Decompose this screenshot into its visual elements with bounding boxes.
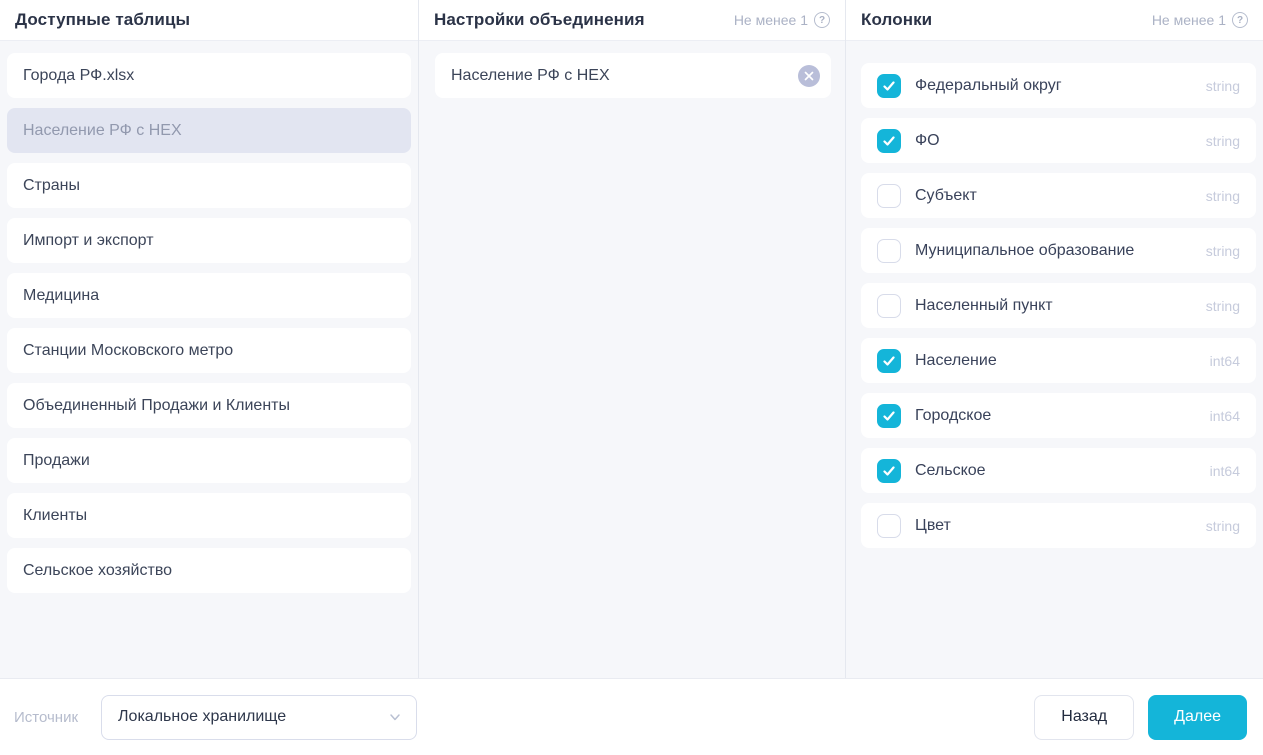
column-label: Городское bbox=[915, 407, 1196, 425]
table-item[interactable]: Объединенный Продажи и Клиенты bbox=[7, 383, 411, 428]
column-label: Федеральный округ bbox=[915, 77, 1192, 95]
table-item[interactable]: Медицина bbox=[7, 273, 411, 318]
question-circle-icon[interactable]: ? bbox=[814, 12, 830, 28]
min-required-badge: Не менее 1 ? bbox=[734, 12, 830, 28]
min-required-label: Не менее 1 bbox=[1152, 12, 1226, 28]
column-row[interactable]: Федеральный округ string bbox=[861, 63, 1256, 108]
join-item: Население РФ с НЕХ bbox=[435, 53, 831, 98]
checkmark-icon bbox=[882, 409, 896, 423]
panel-columns: Колонки Не менее 1 ? Федеральный округ s… bbox=[845, 0, 1263, 678]
column-row[interactable]: Городское int64 bbox=[861, 393, 1256, 438]
join-item-label: Население РФ с НЕХ bbox=[451, 67, 610, 85]
table-item-label: Клиенты bbox=[23, 507, 87, 525]
column-checkbox[interactable] bbox=[877, 404, 901, 428]
column-checkbox[interactable] bbox=[877, 239, 901, 263]
column-row[interactable]: Цвет string bbox=[861, 503, 1256, 548]
column-label: Субъект bbox=[915, 187, 1192, 205]
next-button[interactable]: Далее bbox=[1148, 695, 1247, 740]
column-checkbox[interactable] bbox=[877, 129, 901, 153]
column-type: string bbox=[1206, 298, 1240, 314]
table-item-label: Страны bbox=[23, 177, 80, 195]
table-item[interactable]: Страны bbox=[7, 163, 411, 208]
column-label: Населенный пункт bbox=[915, 297, 1192, 315]
panel-title: Настройки объединения bbox=[434, 10, 645, 30]
checkmark-icon bbox=[882, 464, 896, 478]
column-row[interactable]: Сельское int64 bbox=[861, 448, 1256, 493]
close-icon bbox=[804, 71, 814, 81]
checkmark-icon bbox=[882, 354, 896, 368]
column-row[interactable]: Население int64 bbox=[861, 338, 1256, 383]
column-label: ФО bbox=[915, 132, 1192, 150]
min-required-badge: Не менее 1 ? bbox=[1152, 12, 1248, 28]
column-label: Сельское bbox=[915, 462, 1196, 480]
column-label: Муниципальное образование bbox=[915, 242, 1192, 260]
chevron-down-icon bbox=[388, 710, 402, 724]
column-type: int64 bbox=[1210, 463, 1240, 479]
column-type: string bbox=[1206, 133, 1240, 149]
back-button[interactable]: Назад bbox=[1034, 695, 1134, 740]
min-required-label: Не менее 1 bbox=[734, 12, 808, 28]
column-row[interactable]: Населенный пункт string bbox=[861, 283, 1256, 328]
panel-join-settings: Настройки объединения Не менее 1 ? Насел… bbox=[418, 0, 845, 678]
table-item-label: Города РФ.xlsx bbox=[23, 67, 134, 85]
checkmark-icon bbox=[882, 134, 896, 148]
join-settings-list: Население РФ с НЕХ bbox=[419, 41, 845, 678]
table-item[interactable]: Импорт и экспорт bbox=[7, 218, 411, 263]
columns-header: Колонки Не менее 1 ? bbox=[846, 0, 1263, 41]
column-checkbox[interactable] bbox=[877, 184, 901, 208]
table-item[interactable]: Сельское хозяйство bbox=[7, 548, 411, 593]
source-label: Источник bbox=[14, 709, 78, 726]
column-checkbox[interactable] bbox=[877, 294, 901, 318]
question-circle-icon[interactable]: ? bbox=[1232, 12, 1248, 28]
table-item-label: Импорт и экспорт bbox=[23, 232, 154, 250]
column-checkbox[interactable] bbox=[877, 349, 901, 373]
table-item-label: Продажи bbox=[23, 452, 90, 470]
remove-table-button[interactable] bbox=[798, 65, 820, 87]
available-tables-list: Города РФ.xlsx Население РФ с НЕХ Страны… bbox=[0, 41, 418, 678]
column-checkbox[interactable] bbox=[877, 459, 901, 483]
column-type: string bbox=[1206, 518, 1240, 534]
table-item[interactable]: Клиенты bbox=[7, 493, 411, 538]
footer-bar: Источник Локальное хранилище Назад Далее bbox=[0, 678, 1263, 755]
column-type: int64 bbox=[1210, 408, 1240, 424]
table-item-label: Станции Московского метро bbox=[23, 342, 233, 360]
table-item-label: Население РФ с НЕХ bbox=[23, 122, 182, 140]
source-dropdown[interactable]: Локальное хранилище bbox=[101, 695, 417, 740]
panel-title: Доступные таблицы bbox=[15, 10, 190, 30]
table-item-label: Медицина bbox=[23, 287, 99, 305]
table-item-label: Объединенный Продажи и Клиенты bbox=[23, 397, 290, 415]
table-item[interactable]: Города РФ.xlsx bbox=[7, 53, 411, 98]
table-item[interactable]: Продажи bbox=[7, 438, 411, 483]
checkmark-icon bbox=[882, 79, 896, 93]
source-dropdown-value: Локальное хранилище bbox=[118, 708, 286, 726]
column-type: int64 bbox=[1210, 353, 1240, 369]
column-checkbox[interactable] bbox=[877, 74, 901, 98]
table-item[interactable]: Население РФ с НЕХ bbox=[7, 108, 411, 153]
column-row[interactable]: ФО string bbox=[861, 118, 1256, 163]
column-checkbox[interactable] bbox=[877, 514, 901, 538]
column-label: Цвет bbox=[915, 517, 1192, 535]
join-wizard: Доступные таблицы Города РФ.xlsx Населен… bbox=[0, 0, 1263, 755]
table-item-label: Сельское хозяйство bbox=[23, 562, 172, 580]
columns-list: Федеральный округ string ФО string Субъе… bbox=[846, 41, 1263, 678]
column-type: string bbox=[1206, 78, 1240, 94]
table-item[interactable]: Станции Московского метро bbox=[7, 328, 411, 373]
column-label: Население bbox=[915, 352, 1196, 370]
panels-row: Доступные таблицы Города РФ.xlsx Населен… bbox=[0, 0, 1263, 678]
column-type: string bbox=[1206, 188, 1240, 204]
join-settings-header: Настройки объединения Не менее 1 ? bbox=[419, 0, 845, 41]
available-tables-header: Доступные таблицы bbox=[0, 0, 418, 41]
panel-available-tables: Доступные таблицы Города РФ.xlsx Населен… bbox=[0, 0, 418, 678]
column-row[interactable]: Муниципальное образование string bbox=[861, 228, 1256, 273]
column-type: string bbox=[1206, 243, 1240, 259]
panel-title: Колонки bbox=[861, 10, 932, 30]
column-row[interactable]: Субъект string bbox=[861, 173, 1256, 218]
